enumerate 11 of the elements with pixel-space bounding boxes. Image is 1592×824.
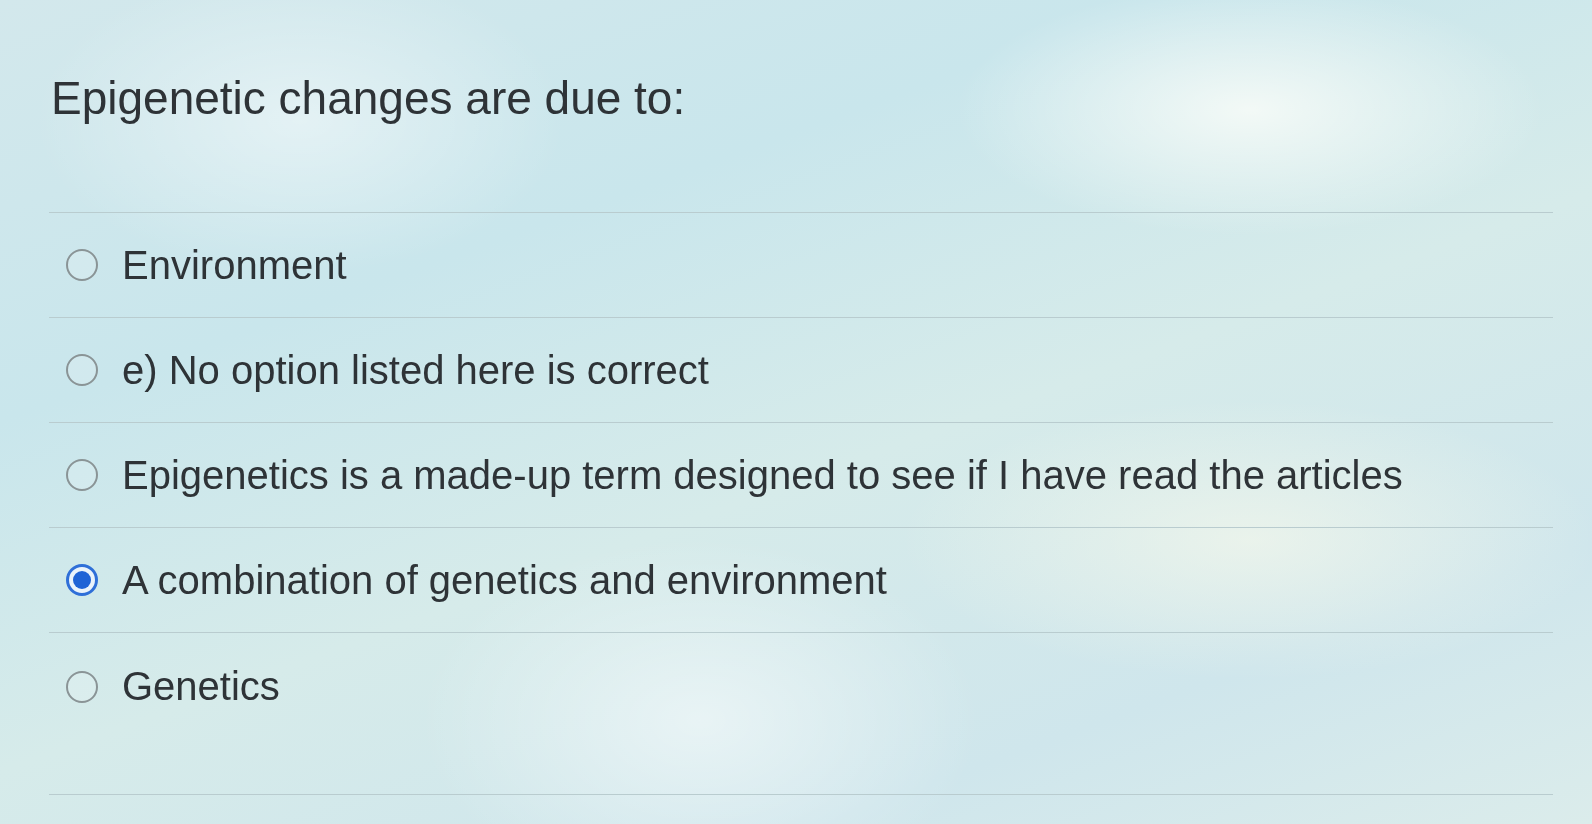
option-label[interactable]: Epigenetics is a made-up term designed to see if I have read the articles [122,450,1403,500]
option-label[interactable]: e) No option listed here is correct [122,345,709,395]
radio-button[interactable] [66,249,98,281]
option-label[interactable]: Genetics [122,661,280,711]
option-label[interactable]: A combination of genetics and environment [122,555,887,605]
radio-button[interactable] [66,354,98,386]
radio-button[interactable] [66,671,98,703]
option-label[interactable]: Environment [122,240,347,290]
question-text: Epigenetic changes are due to: [50,71,686,126]
radio-button[interactable] [66,459,98,491]
radio-button[interactable] [66,564,98,596]
